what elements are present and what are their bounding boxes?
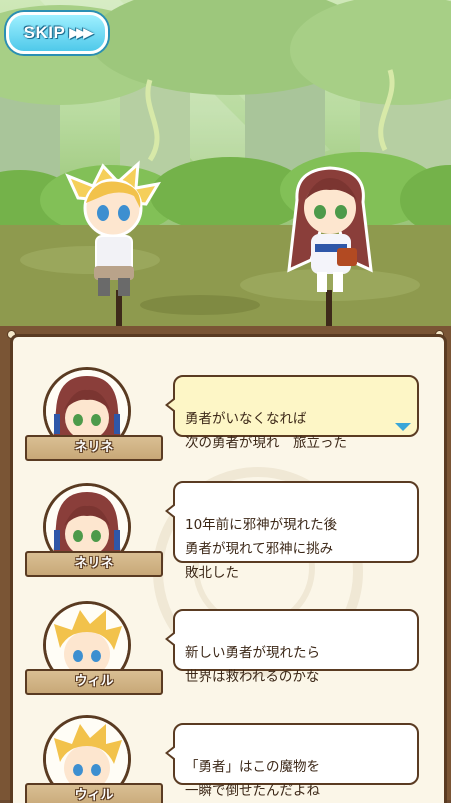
- dialogue-text: 10年前に邪神が現れた後 勇者が現れて邪神に挑み 敗北した: [185, 517, 338, 581]
- dialogue-bubble[interactable]: 「勇者」はこの魔物を 一瞬で倒せたんだよね: [165, 723, 419, 799]
- dialogue-bubble[interactable]: 新しい勇者が現れたら 世界は救われるのかな: [165, 609, 419, 685]
- dialogue-text: 新しい勇者が現れたら 世界は救われるのかな: [185, 645, 320, 685]
- speaker-nameplate: ネリネ: [25, 435, 163, 461]
- dialogue-log[interactable]: ネリネ 勇者がいなくなれば 次の勇者が現れ 旅立った ネリネ 10年前に邪神が現…: [10, 334, 447, 803]
- dialogue-text: 「勇者」はこの魔物を 一瞬で倒せたんだよね: [185, 759, 320, 799]
- next-arrow-icon: [395, 423, 411, 431]
- skip-label: SKIP: [23, 23, 66, 42]
- speaker-nameplate: ネリネ: [25, 551, 163, 577]
- log-entry: ウィル 「勇者」はこの魔物を 一瞬で倒せたんだよね: [13, 707, 444, 803]
- log-entry: ネリネ 10年前に邪神が現れた後 勇者が現れて邪神に挑み 敗北した: [13, 475, 444, 595]
- speaker-nameplate: ウィル: [25, 669, 163, 695]
- dialogue-bubble[interactable]: 勇者がいなくなれば 次の勇者が現れ 旅立った: [165, 375, 419, 451]
- dialogue-log-panel: ネリネ 勇者がいなくなれば 次の勇者が現れ 旅立った ネリネ 10年前に邪神が現…: [0, 326, 451, 803]
- fast-forward-icon: ▶▶▶: [69, 25, 93, 40]
- speaker-nameplate: ウィル: [25, 783, 163, 803]
- log-entry: ウィル 新しい勇者が現れたら 世界は救われるのかな: [13, 593, 444, 713]
- story-scene: SKIP ▶▶▶: [0, 0, 451, 326]
- will-sprite: [65, 160, 161, 296]
- nerine-sprite: [287, 166, 373, 292]
- skip-button[interactable]: SKIP ▶▶▶: [6, 12, 108, 54]
- log-entry: ネリネ 勇者がいなくなれば 次の勇者が現れ 旅立った: [13, 359, 444, 479]
- dialogue-bubble[interactable]: 10年前に邪神が現れた後 勇者が現れて邪神に挑み 敗北した: [165, 481, 419, 581]
- dialogue-text: 勇者がいなくなれば 次の勇者が現れ 旅立った: [185, 411, 347, 451]
